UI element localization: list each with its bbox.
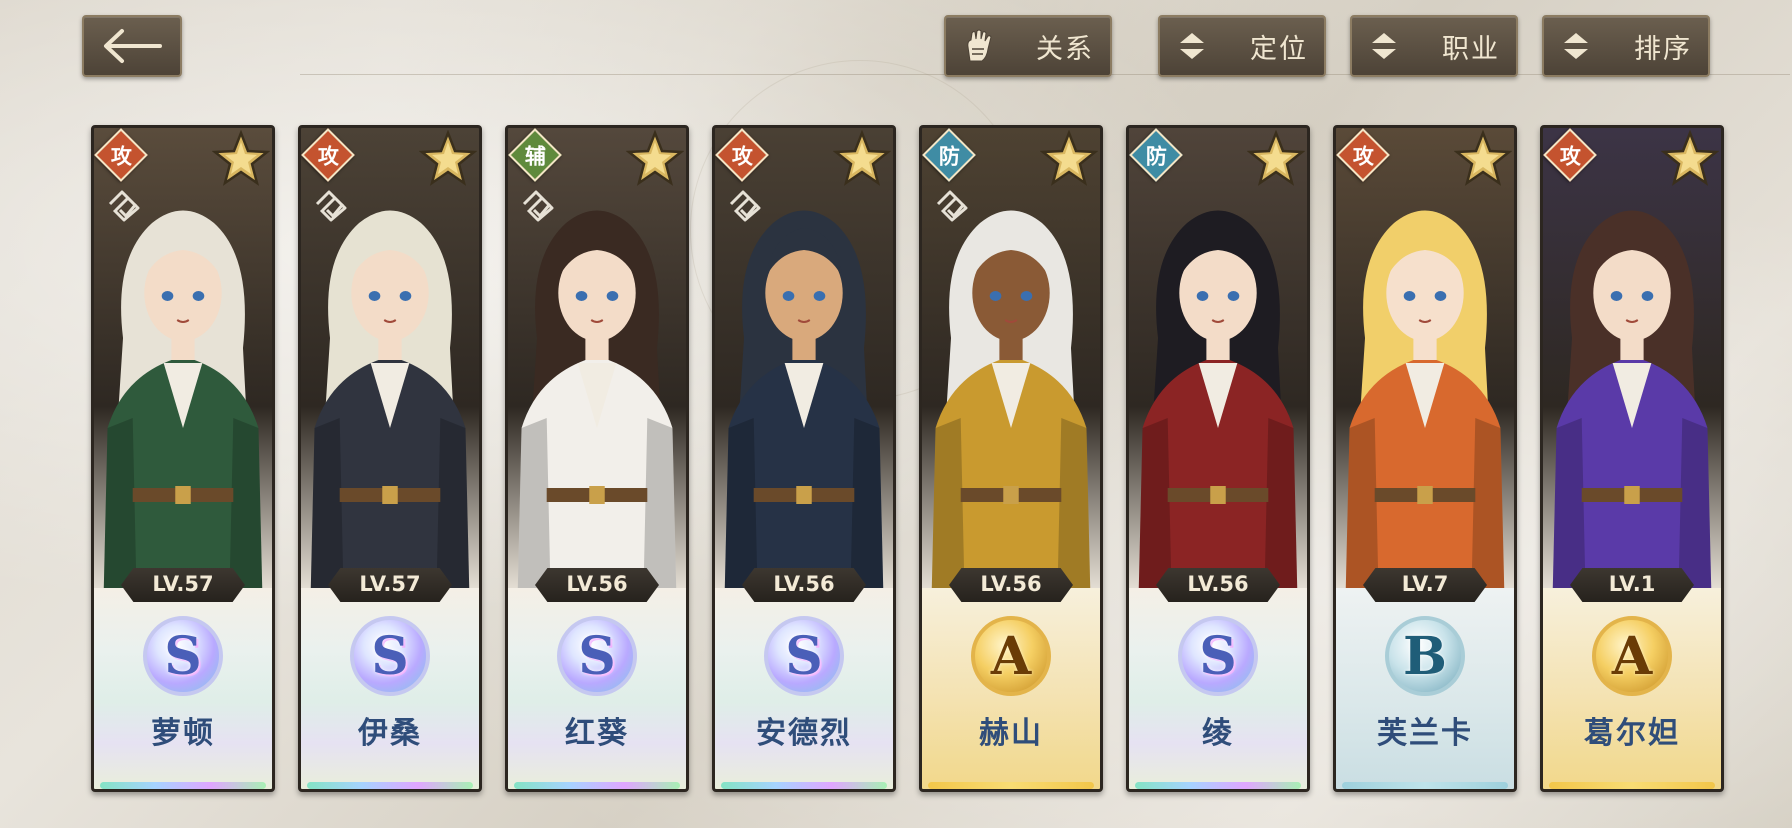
filter-button-2[interactable]: 定位 [1158, 15, 1326, 77]
character-card[interactable]: 攻 LV.57 S 萝顿 [91, 125, 275, 792]
rank-badge: A [1592, 616, 1672, 696]
role-label: 攻 [1559, 144, 1581, 168]
character-card[interactable]: 攻 LV.56 S 安德烈 [712, 125, 896, 792]
character-card[interactable]: 辅 LV.56 S 红葵 [505, 125, 689, 792]
star-icon [419, 130, 477, 186]
character-portrait [1129, 128, 1307, 593]
role-label: 攻 [317, 144, 339, 168]
level-badge: LV.56 [949, 568, 1073, 602]
level-badge: LV.56 [742, 568, 866, 602]
filter-button-4[interactable]: 排序 [1542, 15, 1710, 77]
character-name: 伊桑 [358, 716, 422, 751]
star-icon [626, 130, 684, 186]
star-icon [1040, 130, 1098, 186]
star-icon [833, 130, 891, 186]
filter-label: 职业 [1442, 33, 1500, 65]
character-card[interactable]: 攻 LV.7 B 芙兰卡 [1333, 125, 1517, 792]
card-bottom-bar [1135, 782, 1301, 789]
card-bottom-bar [928, 782, 1094, 789]
rank-badge: S [557, 616, 637, 696]
sort-arrows-icon [1180, 33, 1204, 59]
sort-arrows-icon [1372, 33, 1396, 59]
level-badge: LV.7 [1363, 568, 1487, 602]
role-label: 攻 [731, 144, 753, 168]
character-name: 绫 [1202, 716, 1234, 751]
role-label: 辅 [524, 144, 546, 168]
star-icon [1454, 130, 1512, 186]
card-bottom-bar [1342, 782, 1508, 789]
filter-button-1[interactable]: 关系 [944, 15, 1112, 77]
card-bottom-bar [721, 782, 887, 789]
level-badge: LV.56 [1156, 568, 1280, 602]
level-badge: LV.57 [328, 568, 452, 602]
character-card[interactable]: 攻 LV.57 S 伊桑 [298, 125, 482, 792]
character-card[interactable]: 防 LV.56 A 赫山 [919, 125, 1103, 792]
tag-icon [108, 190, 140, 222]
role-label: 防 [1145, 144, 1167, 168]
card-bottom-bar [1549, 782, 1715, 789]
character-card[interactable]: 防 LV.56 S 绫 [1126, 125, 1310, 792]
character-name: 葛尔妲 [1584, 716, 1680, 751]
rank-badge: S [764, 616, 844, 696]
card-bottom-bar [514, 782, 680, 789]
character-card[interactable]: 攻 LV.1 A 葛尔妲 [1540, 125, 1724, 792]
character-name: 红葵 [565, 716, 629, 751]
filter-label: 排序 [1634, 33, 1692, 65]
filter-label: 关系 [1036, 33, 1094, 65]
tag-icon [729, 190, 761, 222]
level-badge: LV.56 [535, 568, 659, 602]
tag-icon [522, 190, 554, 222]
rank-badge: A [971, 616, 1051, 696]
sort-arrows-icon [1564, 33, 1588, 59]
character-name: 萝顿 [151, 716, 215, 751]
character-name: 芙兰卡 [1377, 716, 1473, 751]
glove-icon [967, 29, 992, 62]
filter-button-3[interactable]: 职业 [1350, 15, 1518, 77]
card-bottom-bar [100, 782, 266, 789]
role-label: 攻 [1352, 144, 1374, 168]
character-portrait [1336, 128, 1514, 593]
star-icon [1661, 130, 1719, 186]
character-name: 安德烈 [756, 716, 852, 751]
character-name: 赫山 [979, 716, 1043, 751]
tag-icon [936, 190, 968, 222]
rank-badge: B [1385, 616, 1465, 696]
rank-badge: S [143, 616, 223, 696]
filter-label: 定位 [1250, 33, 1308, 65]
tag-icon [315, 190, 347, 222]
back-arrow-icon [104, 29, 162, 63]
card-bottom-bar [307, 782, 473, 789]
role-label: 攻 [110, 144, 132, 168]
back-button[interactable] [82, 15, 182, 77]
rank-badge: S [1178, 616, 1258, 696]
level-badge: LV.57 [121, 568, 245, 602]
star-icon [1247, 130, 1305, 186]
role-label: 防 [938, 144, 960, 168]
rank-badge: S [350, 616, 430, 696]
level-badge: LV.1 [1570, 568, 1694, 602]
star-icon [212, 130, 270, 186]
character-portrait [1543, 128, 1721, 593]
